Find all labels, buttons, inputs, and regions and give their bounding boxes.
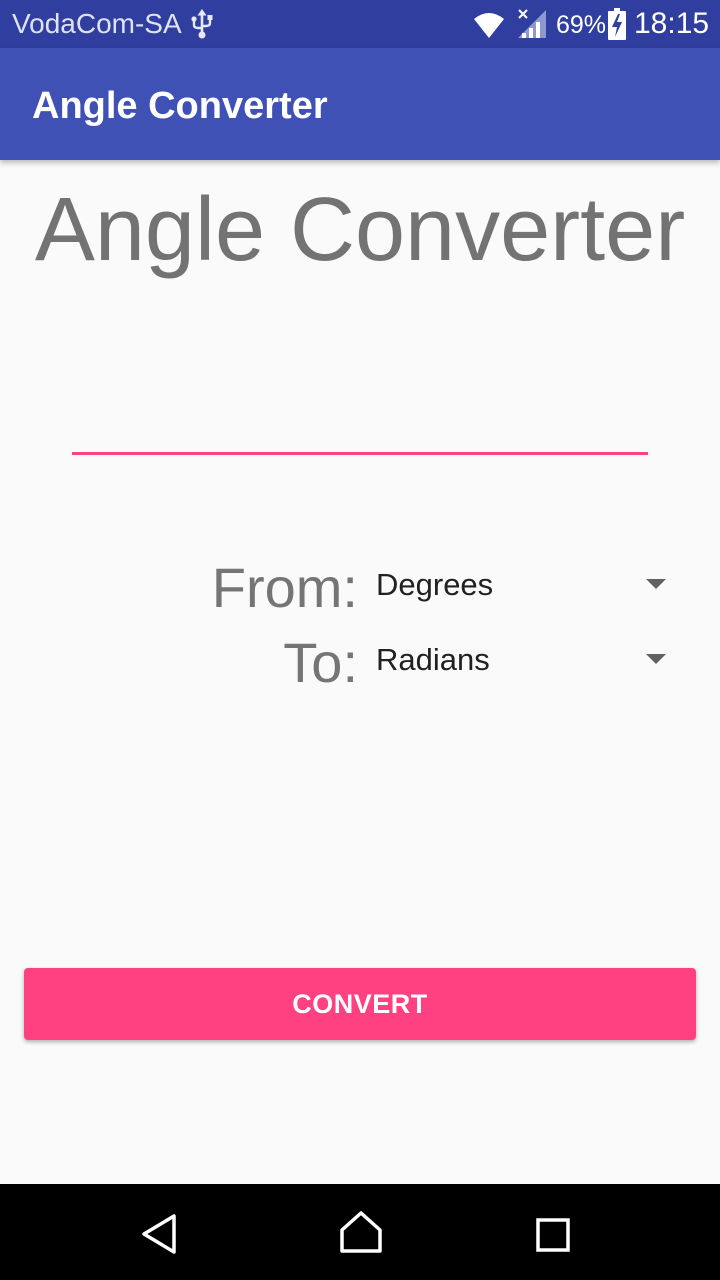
- wifi-icon: [474, 13, 504, 38]
- carrier-name: VodaCom-SA: [12, 8, 182, 39]
- back-icon[interactable]: [138, 1212, 182, 1256]
- battery-percent: 69%: [556, 11, 607, 39]
- battery-charging-icon: [608, 8, 626, 40]
- signal-icon: [518, 9, 546, 38]
- from-label: From:: [211, 556, 358, 619]
- recents-icon[interactable]: [536, 1218, 570, 1252]
- app-bar: Angle Converter: [0, 48, 720, 160]
- to-unit-value: Radians: [376, 642, 490, 677]
- usb-icon: [191, 9, 213, 39]
- dropdown-arrow-icon: [646, 579, 666, 589]
- home-icon[interactable]: [338, 1210, 384, 1254]
- clock: 18:15: [634, 7, 710, 40]
- angle-value-input[interactable]: [72, 380, 648, 455]
- from-unit-dropdown[interactable]: Degrees: [376, 554, 676, 618]
- from-unit-value: Degrees: [376, 567, 494, 602]
- dropdown-arrow-icon: [646, 654, 666, 664]
- to-label: To:: [283, 631, 358, 694]
- app-bar-title: Angle Converter: [32, 85, 328, 127]
- navigation-bar: [0, 1184, 720, 1280]
- screen: VodaCom-SA 69% 18:15 Angle Converter Ang…: [0, 0, 720, 1280]
- status-bar: VodaCom-SA 69% 18:15: [0, 0, 720, 48]
- to-unit-dropdown[interactable]: Radians: [376, 629, 676, 693]
- page-title: Angle Converter: [34, 180, 686, 280]
- convert-button[interactable]: CONVERT: [24, 968, 696, 1040]
